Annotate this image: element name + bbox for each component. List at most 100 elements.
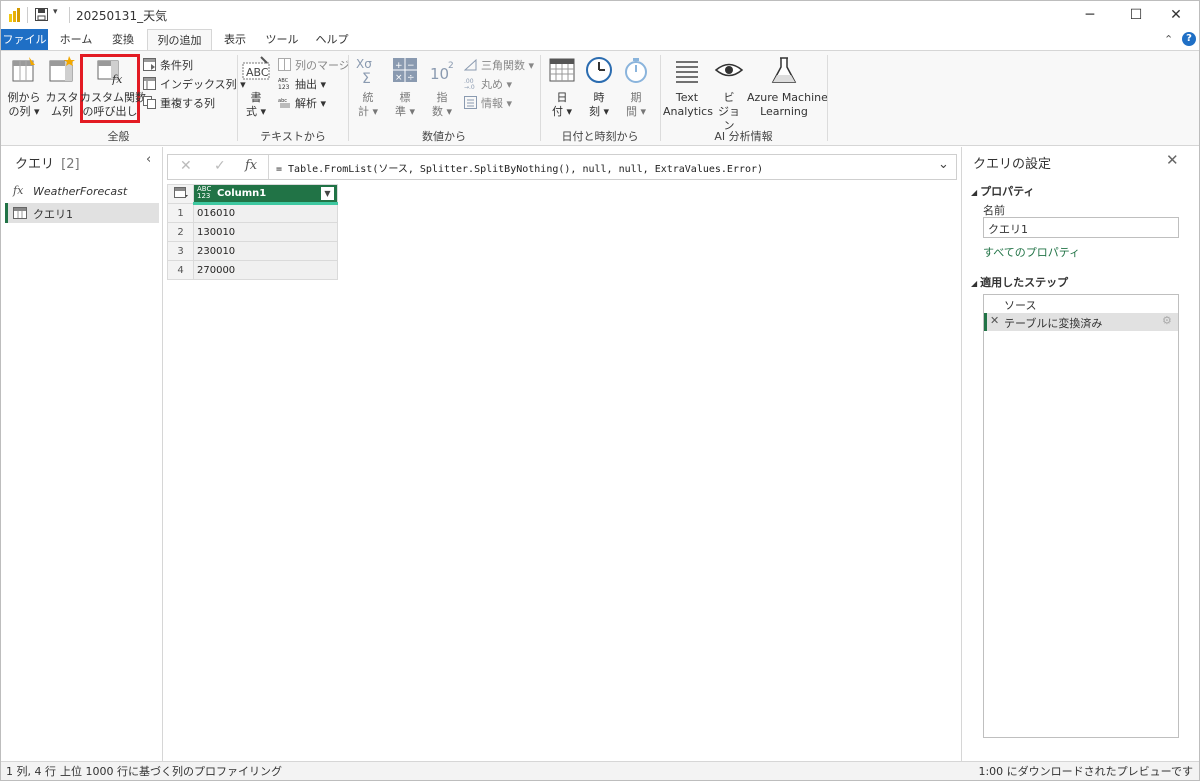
scientific-label-2: 数 ▾ bbox=[431, 105, 453, 118]
tab-help[interactable]: ヘルプ bbox=[309, 29, 355, 51]
minimize-button[interactable]: ─ bbox=[1067, 1, 1113, 29]
parse-icon: abc bbox=[278, 98, 290, 108]
table-cell[interactable]: 270000 bbox=[193, 260, 338, 280]
table-row: 1 016010 bbox=[167, 203, 338, 223]
power-bi-logo-icon bbox=[9, 8, 20, 22]
extract-icon: ABC123 bbox=[278, 78, 290, 90]
invoke-custom-function-button[interactable]: fx カスタム関数 の呼び出し bbox=[80, 55, 146, 119]
properties-header[interactable]: ◢ プロパティ bbox=[971, 183, 1035, 199]
svg-text:−: − bbox=[407, 61, 415, 71]
standard-button[interactable]: + − × ÷ 標 準 ▾ bbox=[389, 55, 421, 119]
all-properties-link[interactable]: すべてのプロパティ bbox=[983, 244, 1080, 260]
tab-tools[interactable]: ツール bbox=[259, 29, 305, 51]
extract-button[interactable]: ABC 123 抽出 ▾ bbox=[278, 76, 326, 93]
close-pane-icon[interactable]: ✕ bbox=[1166, 151, 1179, 169]
tab-file[interactable]: ファイル bbox=[1, 29, 48, 51]
column-from-examples-button[interactable]: 例から の列 ▾ bbox=[5, 55, 43, 119]
merge-columns-button[interactable]: 列のマージ bbox=[278, 57, 350, 74]
trigonometry-button[interactable]: 三角関数 ▾ bbox=[464, 57, 534, 74]
svg-text:+: + bbox=[395, 61, 403, 71]
text-analytics-label-2: Analytics bbox=[663, 105, 713, 118]
vision-button[interactable]: ビ ジョン bbox=[713, 55, 745, 133]
table-cell[interactable]: 230010 bbox=[193, 241, 338, 261]
expand-formula-icon[interactable]: ⌄ bbox=[938, 157, 949, 172]
row-number: 4 bbox=[167, 260, 194, 280]
date-button[interactable]: 日 付 ▾ bbox=[545, 55, 579, 119]
rounding-button[interactable]: .00 →.0 丸め ▾ bbox=[464, 76, 512, 93]
help-icon[interactable]: ? bbox=[1182, 32, 1196, 46]
row-number: 2 bbox=[167, 222, 194, 242]
power-query-window: ▾ 20250131_天気 ─ ☐ ✕ ファイル ホーム 変換 列の追加 表示 … bbox=[0, 0, 1200, 781]
information-icon bbox=[464, 96, 477, 109]
group-label-number: 数値から bbox=[422, 130, 466, 143]
statistics-label-1: 統 bbox=[362, 91, 374, 104]
formula-input[interactable]: = Table.FromList(ソース, Splitter.SplitByNo… bbox=[276, 160, 763, 175]
statistics-button[interactable]: Xσ Σ 統 計 ▾ bbox=[353, 55, 383, 119]
query-item[interactable]: fx WeatherForecast bbox=[5, 182, 159, 202]
table-row: 2 130010 bbox=[167, 222, 338, 242]
table-row: 4 270000 bbox=[167, 260, 338, 280]
formula-divider bbox=[268, 155, 269, 179]
queries-pane: クエリ [2] ‹ fx WeatherForecast クエリ1 bbox=[1, 147, 163, 761]
tab-add-column[interactable]: 列の追加 bbox=[147, 29, 212, 52]
date-label-2: 付 ▾ bbox=[551, 105, 573, 118]
tab-transform[interactable]: 変換 bbox=[101, 29, 145, 51]
svg-text:×: × bbox=[395, 73, 403, 83]
text-analytics-label-1: Text bbox=[675, 91, 699, 104]
queries-count: [2] bbox=[61, 157, 80, 172]
information-button[interactable]: 情報 ▾ bbox=[464, 95, 512, 112]
collapse-ribbon-icon[interactable]: ⌃ bbox=[1164, 33, 1173, 46]
group-label-datetime: 日付と時刻から bbox=[561, 130, 639, 143]
filter-dropdown-icon[interactable]: ▼ bbox=[321, 187, 334, 200]
function-icon: fx bbox=[13, 184, 24, 197]
properties-header-label: プロパティ bbox=[980, 185, 1035, 198]
status-profiling[interactable]: 上位 1000 行に基づく列のプロファイリング bbox=[60, 763, 282, 780]
column-from-examples-label-2: の列 ▾ bbox=[8, 105, 40, 118]
collapse-pane-icon[interactable]: ‹ bbox=[146, 152, 151, 167]
index-column-button[interactable]: インデックス列 ▾ bbox=[143, 76, 246, 93]
azure-ml-button[interactable]: Azure Machine Learning bbox=[747, 55, 828, 119]
svg-text:→.0: →.0 bbox=[464, 84, 475, 90]
name-label: 名前 bbox=[983, 204, 1005, 217]
table-menu-icon[interactable] bbox=[167, 184, 194, 204]
function-icon[interactable]: fx bbox=[245, 158, 257, 173]
scientific-icon: 10 2 bbox=[430, 61, 454, 83]
confirm-formula-icon[interactable]: ✓ bbox=[214, 158, 226, 174]
table-cell[interactable]: 130010 bbox=[193, 222, 338, 242]
duplicate-column-label: 重複する列 bbox=[160, 97, 215, 110]
quick-access-dropdown-icon[interactable]: ▾ bbox=[53, 7, 58, 17]
step-item[interactable]: ソース bbox=[984, 295, 1178, 313]
table-cell[interactable]: 016010 bbox=[193, 203, 338, 223]
duplicate-column-button[interactable]: 重複する列 bbox=[143, 95, 215, 112]
stopwatch-icon bbox=[625, 58, 647, 83]
custom-column-icon bbox=[49, 56, 75, 82]
close-button[interactable]: ✕ bbox=[1153, 1, 1199, 29]
step-settings-gear-icon[interactable]: ⚙ bbox=[1162, 314, 1172, 327]
query-item-label: WeatherForecast bbox=[33, 185, 128, 198]
delete-step-icon[interactable]: ✕ bbox=[990, 314, 999, 327]
query-item-selected[interactable]: クエリ1 bbox=[5, 203, 159, 223]
save-icon[interactable] bbox=[35, 8, 48, 21]
format-button[interactable]: ABC 書 式 ▾ bbox=[241, 55, 271, 119]
text-analytics-button[interactable]: Text Analytics bbox=[663, 55, 713, 119]
query-name-input[interactable]: クエリ1 bbox=[983, 217, 1179, 238]
tab-home[interactable]: ホーム bbox=[53, 29, 99, 51]
parse-button[interactable]: abc 解析 ▾ bbox=[278, 95, 326, 112]
step-item-selected[interactable]: ✕ テーブルに変換済み ⚙ bbox=[984, 313, 1178, 331]
group-label-text: テキストから bbox=[260, 130, 326, 143]
group-label-general: 全般 bbox=[107, 130, 130, 143]
custom-column-button[interactable]: カスタ ム列 bbox=[45, 55, 79, 119]
conditional-column-button[interactable]: 条件列 bbox=[143, 57, 193, 74]
scientific-button[interactable]: 10 2 指 数 ▾ bbox=[427, 55, 457, 119]
column-header[interactable]: ABC 123 Column1 ▼ bbox=[193, 184, 338, 205]
custom-column-label-1: カスタ bbox=[45, 91, 79, 104]
calendar-icon bbox=[549, 58, 575, 82]
time-button[interactable]: 時 刻 ▾ bbox=[583, 55, 615, 119]
queries-title-label: クエリ bbox=[15, 157, 55, 172]
applied-steps-header[interactable]: ◢ 適用したステップ bbox=[971, 274, 1068, 290]
tab-view[interactable]: 表示 bbox=[215, 29, 255, 51]
duration-label-1: 期 bbox=[630, 91, 642, 104]
cancel-formula-icon[interactable]: ✕ bbox=[180, 158, 192, 174]
duration-button[interactable]: 期 間 ▾ bbox=[621, 55, 651, 119]
type-badge-bottom: 123 bbox=[197, 192, 211, 200]
